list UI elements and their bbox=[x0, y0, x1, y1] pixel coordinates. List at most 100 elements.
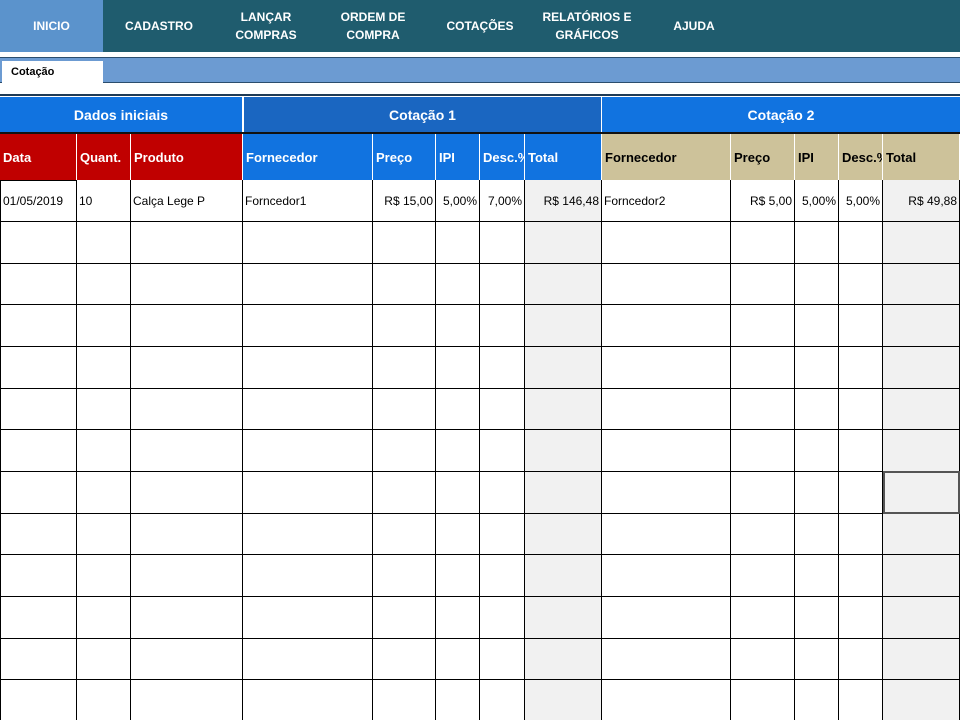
cell-total-1[interactable] bbox=[525, 639, 602, 680]
cell-total-2[interactable] bbox=[883, 264, 960, 305]
cell-produto[interactable]: Calça Lege P bbox=[131, 180, 243, 222]
cell-total-2[interactable] bbox=[883, 389, 960, 430]
cell-desc-2[interactable] bbox=[839, 389, 883, 430]
cell-preco-2[interactable] bbox=[731, 514, 795, 555]
cell-desc-1[interactable] bbox=[480, 680, 525, 720]
cell-ipi-1[interactable] bbox=[436, 347, 480, 389]
cell-fornecedor-2[interactable] bbox=[602, 680, 731, 720]
cell-desc-2[interactable] bbox=[839, 680, 883, 720]
cell-total-1[interactable] bbox=[525, 680, 602, 720]
cell-fornecedor-1[interactable] bbox=[243, 680, 373, 720]
cell-fornecedor-2[interactable] bbox=[602, 389, 731, 430]
cell-produto[interactable] bbox=[131, 639, 243, 680]
cell-quant[interactable] bbox=[77, 389, 131, 430]
cell-total-1[interactable] bbox=[525, 347, 602, 389]
cell-ipi-1[interactable] bbox=[436, 555, 480, 597]
cell-preco-2[interactable] bbox=[731, 680, 795, 720]
cell-fornecedor-2[interactable] bbox=[602, 555, 731, 597]
cell-fornecedor-1[interactable] bbox=[243, 597, 373, 639]
cell-desc-2[interactable] bbox=[839, 514, 883, 555]
cell-total-2[interactable] bbox=[883, 430, 960, 472]
cell-quant[interactable] bbox=[77, 514, 131, 555]
nav-cotacoes[interactable]: COTAÇÕES bbox=[429, 0, 531, 52]
cell-quant[interactable] bbox=[77, 639, 131, 680]
cell-ipi-1[interactable] bbox=[436, 222, 480, 264]
cell-desc-2[interactable] bbox=[839, 222, 883, 264]
cell-ipi-2[interactable] bbox=[795, 555, 839, 597]
cell-desc-1[interactable] bbox=[480, 305, 525, 347]
cell-fornecedor-1[interactable] bbox=[243, 305, 373, 347]
cell-ipi-2[interactable] bbox=[795, 222, 839, 264]
cell-desc-1[interactable] bbox=[480, 264, 525, 305]
cell-preco-2[interactable] bbox=[731, 347, 795, 389]
cell-desc-1[interactable] bbox=[480, 514, 525, 555]
cell-fornecedor-1[interactable] bbox=[243, 347, 373, 389]
cell-preco-2[interactable] bbox=[731, 430, 795, 472]
cell-desc-1[interactable] bbox=[480, 472, 525, 514]
cell-produto[interactable] bbox=[131, 389, 243, 430]
cell-preco-1[interactable] bbox=[373, 472, 436, 514]
cell-ipi-2[interactable] bbox=[795, 514, 839, 555]
cell-desc-2[interactable] bbox=[839, 639, 883, 680]
cell-ipi-1[interactable] bbox=[436, 514, 480, 555]
tab-cotacao[interactable]: Cotação bbox=[2, 61, 103, 83]
nav-ordem-de-compra[interactable]: ORDEM DE COMPRA bbox=[322, 0, 424, 52]
cell-ipi-2[interactable] bbox=[795, 639, 839, 680]
cell-produto[interactable] bbox=[131, 222, 243, 264]
cell-data[interactable] bbox=[0, 389, 77, 430]
cell-preco-1[interactable] bbox=[373, 264, 436, 305]
cell-produto[interactable] bbox=[131, 680, 243, 720]
cell-produto[interactable] bbox=[131, 430, 243, 472]
cell-fornecedor-1[interactable] bbox=[243, 264, 373, 305]
cell-fornecedor-2[interactable] bbox=[602, 264, 731, 305]
cell-quant[interactable] bbox=[77, 597, 131, 639]
cell-desc-1[interactable] bbox=[480, 430, 525, 472]
cell-data[interactable] bbox=[0, 222, 77, 264]
cell-produto[interactable] bbox=[131, 472, 243, 514]
cell-preco-2[interactable] bbox=[731, 472, 795, 514]
cell-quant[interactable] bbox=[77, 264, 131, 305]
nav-inicio[interactable]: INICIO bbox=[0, 0, 103, 52]
cell-quant[interactable] bbox=[77, 222, 131, 264]
cell-preco-1[interactable] bbox=[373, 430, 436, 472]
cell-desc-1[interactable] bbox=[480, 555, 525, 597]
cell-ipi-1[interactable] bbox=[436, 597, 480, 639]
cell-desc-1[interactable] bbox=[480, 389, 525, 430]
cell-data[interactable] bbox=[0, 347, 77, 389]
cell-total-2[interactable] bbox=[883, 514, 960, 555]
cell-preco-2[interactable] bbox=[731, 305, 795, 347]
cell-total-2[interactable] bbox=[883, 347, 960, 389]
cell-preco-1[interactable] bbox=[373, 639, 436, 680]
cell-desc-2[interactable] bbox=[839, 264, 883, 305]
cell-desc-2[interactable] bbox=[839, 430, 883, 472]
cell-ipi-1[interactable] bbox=[436, 389, 480, 430]
cell-data[interactable] bbox=[0, 514, 77, 555]
nav-relatorios-e-graficos[interactable]: RELATÓRIOS E GRÁFICOS bbox=[536, 0, 638, 52]
cell-ipi-2[interactable] bbox=[795, 389, 839, 430]
cell-quant[interactable] bbox=[77, 555, 131, 597]
cell-desc-1[interactable] bbox=[480, 222, 525, 264]
cell-preco-1[interactable] bbox=[373, 305, 436, 347]
cell-total-1[interactable]: R$ 146,48 bbox=[525, 180, 602, 222]
cell-fornecedor-2[interactable] bbox=[602, 347, 731, 389]
cell-quant[interactable]: 10 bbox=[77, 180, 131, 222]
cell-total-1[interactable] bbox=[525, 305, 602, 347]
cell-preco-1[interactable] bbox=[373, 347, 436, 389]
cell-data[interactable] bbox=[0, 597, 77, 639]
cell-produto[interactable] bbox=[131, 514, 243, 555]
cell-data[interactable] bbox=[0, 472, 77, 514]
cell-total-1[interactable] bbox=[525, 597, 602, 639]
cell-preco-1[interactable] bbox=[373, 555, 436, 597]
cell-data[interactable] bbox=[0, 555, 77, 597]
cell-preco-1[interactable] bbox=[373, 222, 436, 264]
cell-fornecedor-2[interactable] bbox=[602, 222, 731, 264]
cell-ipi-2[interactable] bbox=[795, 597, 839, 639]
cell-fornecedor-1[interactable] bbox=[243, 514, 373, 555]
cell-ipi-1[interactable] bbox=[436, 264, 480, 305]
cell-fornecedor-2[interactable] bbox=[602, 430, 731, 472]
cell-fornecedor-1[interactable] bbox=[243, 639, 373, 680]
cell-quant[interactable] bbox=[77, 472, 131, 514]
cell-data[interactable] bbox=[0, 639, 77, 680]
cell-produto[interactable] bbox=[131, 347, 243, 389]
cell-total-1[interactable] bbox=[525, 264, 602, 305]
